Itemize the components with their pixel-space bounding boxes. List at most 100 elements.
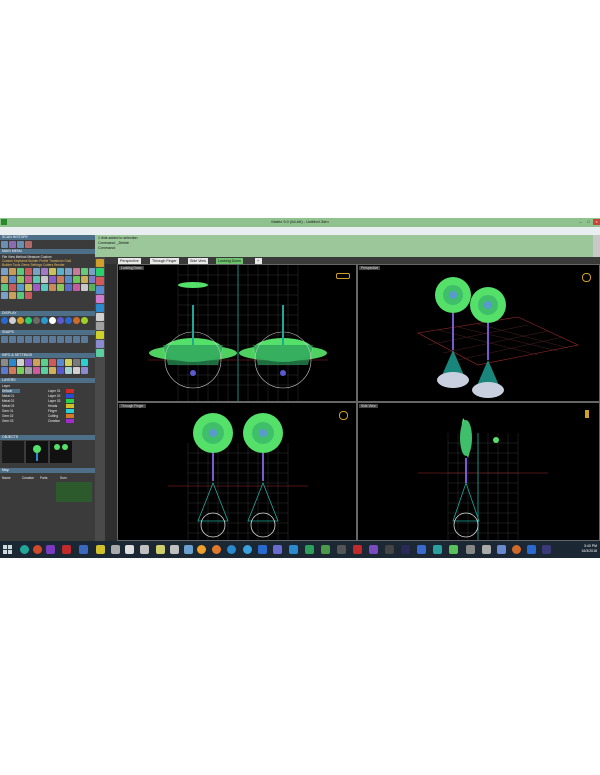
app-taskbar-icon[interactable]	[20, 545, 29, 554]
app-taskbar-icon[interactable]	[482, 545, 491, 554]
main-menu-row-3[interactable]: Builder Tools Gems Settings Cutters Rend…	[2, 263, 65, 267]
snap-icon[interactable]	[25, 336, 32, 343]
tool-icon[interactable]	[65, 284, 72, 291]
tool-button[interactable]	[96, 313, 104, 321]
settings-icon[interactable]	[1, 367, 8, 374]
snap-icon[interactable]	[73, 336, 80, 343]
settings-icon[interactable]	[65, 359, 72, 366]
tool-icon[interactable]	[9, 284, 16, 291]
tool-icon[interactable]	[17, 284, 24, 291]
tool-icon[interactable]	[49, 268, 56, 275]
tool-icon[interactable]	[25, 292, 32, 299]
settings-icon[interactable]	[73, 367, 80, 374]
layer-color-swatch[interactable]	[66, 419, 74, 423]
tool-icon[interactable]	[17, 292, 24, 299]
tool-button[interactable]	[96, 322, 104, 330]
tool-icon[interactable]	[1, 284, 8, 291]
settings-icon[interactable]	[25, 367, 32, 374]
layer-color-swatch[interactable]	[66, 394, 74, 398]
sphere-icon[interactable]	[1, 317, 8, 324]
app-taskbar-icon[interactable]	[111, 545, 120, 554]
ie-icon[interactable]	[227, 545, 236, 554]
ring-icon[interactable]	[339, 411, 348, 420]
sphere-icon[interactable]	[49, 317, 56, 324]
ring-icon[interactable]	[582, 273, 591, 282]
layer-color-swatch[interactable]	[66, 414, 74, 418]
premiere-icon[interactable]	[401, 545, 410, 554]
tool-icon[interactable]	[65, 268, 72, 275]
section-layers[interactable]: LAYERS	[0, 378, 95, 383]
tool-icon[interactable]	[57, 276, 64, 283]
tool-icon[interactable]	[81, 268, 88, 275]
app-taskbar-icon[interactable]	[542, 545, 551, 554]
snap-icon[interactable]	[81, 336, 88, 343]
layer-row[interactable]: Layer 03	[48, 399, 60, 403]
app-taskbar-icon[interactable]	[353, 545, 362, 554]
layer-row[interactable]: Metal 02	[2, 399, 14, 403]
tool-icon[interactable]	[65, 276, 72, 283]
windows-start-icon[interactable]	[3, 545, 12, 554]
snap-icon[interactable]	[57, 336, 64, 343]
sphere-icon[interactable]	[57, 317, 64, 324]
section-info-settings[interactable]: INFO & SETTINGS	[0, 353, 95, 358]
viewport-label[interactable]: Side View	[359, 404, 378, 408]
ring-icon[interactable]	[336, 273, 350, 279]
app-taskbar-icon[interactable]	[140, 545, 149, 554]
layer-color-swatch[interactable]	[66, 404, 74, 408]
settings-icon[interactable]	[57, 359, 64, 366]
settings-icon[interactable]	[9, 367, 16, 374]
tool-icon[interactable]	[33, 276, 40, 283]
settings-icon[interactable]	[49, 367, 56, 374]
viewport-label[interactable]: Perspective	[359, 266, 381, 270]
viewport-side-view[interactable]: Side View	[357, 402, 600, 541]
dropbox-icon[interactable]	[289, 545, 298, 554]
tool-icon[interactable]	[1, 268, 8, 275]
sphere-icon[interactable]	[33, 317, 40, 324]
system-clock[interactable]: 3:40 PM 16/3/2018	[581, 544, 597, 554]
layer-row[interactable]: Cutting	[48, 414, 58, 418]
settings-icon[interactable]	[33, 359, 40, 366]
settings-icon[interactable]	[25, 359, 32, 366]
app-taskbar-icon[interactable]	[79, 545, 88, 554]
tool-icon[interactable]	[9, 276, 16, 283]
object-list[interactable]	[2, 441, 24, 463]
tool-button[interactable]	[96, 304, 104, 312]
tool-icon[interactable]	[49, 284, 56, 291]
sphere-icon[interactable]	[9, 317, 16, 324]
tool-icon[interactable]	[49, 276, 56, 283]
app-taskbar-icon[interactable]	[433, 545, 442, 554]
viewport-through-finger[interactable]: Through Finger	[117, 402, 357, 541]
app-taskbar-icon[interactable]	[512, 545, 521, 554]
app-taskbar-icon[interactable]	[527, 545, 536, 554]
layer-row[interactable]: Default	[2, 389, 20, 393]
app-taskbar-icon[interactable]	[337, 545, 346, 554]
sphere-icon[interactable]	[73, 317, 80, 324]
app-taskbar-icon[interactable]	[305, 545, 314, 554]
history-icon[interactable]	[9, 241, 16, 248]
tool-icon[interactable]	[1, 292, 8, 299]
layer-color-swatch[interactable]	[66, 389, 74, 393]
tool-button[interactable]	[96, 268, 104, 276]
map-panel[interactable]	[56, 482, 92, 502]
app-taskbar-icon[interactable]	[273, 545, 282, 554]
app-taskbar-icon[interactable]	[46, 545, 55, 554]
sphere-icon[interactable]	[41, 317, 48, 324]
settings-icon[interactable]	[81, 367, 88, 374]
app-taskbar-icon[interactable]	[62, 545, 71, 554]
viewport-looking-down[interactable]: Looking Down	[117, 264, 357, 402]
tool-icon[interactable]	[73, 284, 80, 291]
section-map[interactable]: Map	[0, 468, 95, 473]
command-scrollbar[interactable]	[593, 235, 600, 257]
snap-icon[interactable]	[41, 336, 48, 343]
settings-icon[interactable]	[49, 359, 56, 366]
tool-icon[interactable]	[73, 276, 80, 283]
tool-icon[interactable]	[81, 284, 88, 291]
layer-row[interactable]: Metal 01	[2, 394, 14, 398]
layer-row[interactable]: Gem 01	[2, 409, 13, 413]
app-taskbar-icon[interactable]	[417, 545, 426, 554]
section-main-menu[interactable]: MAIN MENU	[0, 249, 95, 254]
app-taskbar-icon[interactable]	[497, 545, 506, 554]
tool-button[interactable]	[96, 340, 104, 348]
layer-row[interactable]: Gem 03	[2, 419, 13, 423]
snap-icon[interactable]	[1, 336, 8, 343]
